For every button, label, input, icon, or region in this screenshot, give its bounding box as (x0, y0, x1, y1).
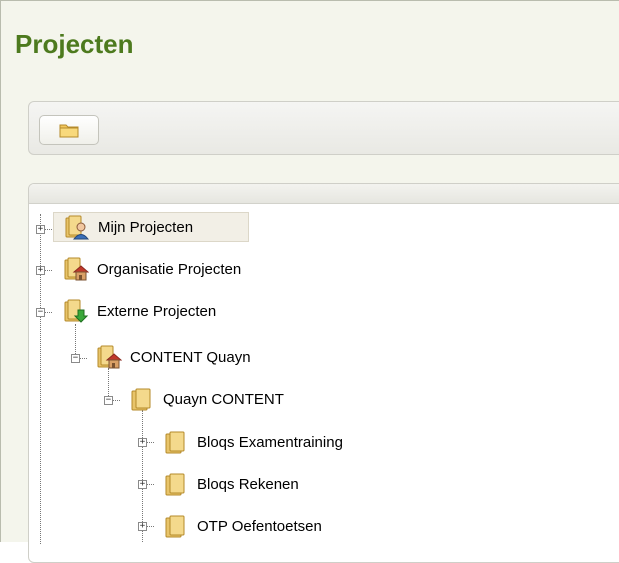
collapse-toggle[interactable]: − (36, 308, 45, 317)
tree-node-label: Quayn CONTENT (163, 390, 284, 408)
collapse-toggle[interactable]: − (104, 396, 113, 405)
tree-node-label: Mijn Projecten (98, 218, 194, 236)
collapse-toggle[interactable]: − (71, 354, 80, 363)
house-folder-icon (64, 257, 89, 281)
folder-icon (165, 515, 185, 538)
tree-node-otp-oefentoetsen[interactable]: OTP Oefentoetsen (163, 511, 322, 541)
expand-toggle[interactable]: + (138, 438, 147, 447)
house-folder-icon (97, 345, 122, 369)
tree-node-mijn-projecten[interactable]: Mijn Projecten (53, 212, 249, 242)
page-title: Projecten (15, 29, 134, 59)
tree-guide-root (40, 214, 41, 544)
tree-node-label: Bloqs Rekenen (197, 475, 299, 493)
panel-header (29, 184, 619, 204)
expand-toggle[interactable]: + (138, 522, 147, 531)
toolbar (28, 101, 619, 155)
tree-node-organisatie-projecten[interactable]: Organisatie Projecten (63, 254, 241, 284)
folder-icon (165, 431, 185, 454)
tree-node-externe-projecten[interactable]: Externe Projecten (63, 296, 216, 326)
tree-node-label: OTP Oefentoetsen (197, 517, 322, 535)
download-folder-icon (64, 299, 89, 323)
tree-node-bloqs-rekenen[interactable]: Bloqs Rekenen (163, 469, 299, 499)
user-folder-icon (65, 215, 90, 240)
tree-node-content-quayn[interactable]: CONTENT Quayn (96, 342, 251, 372)
tree-node-label: Organisatie Projecten (97, 260, 242, 278)
tree-node-quayn-content[interactable]: Quayn CONTENT (129, 384, 284, 414)
open-folder-button[interactable] (39, 115, 99, 145)
tree-node-label: Externe Projecten (97, 302, 217, 320)
tree-node-bloqs-examentraining[interactable]: Bloqs Examentraining (163, 427, 343, 457)
expand-toggle[interactable]: + (138, 480, 147, 489)
expand-toggle[interactable]: + (36, 266, 45, 275)
expand-toggle[interactable]: + (36, 225, 45, 234)
folder-icon (59, 124, 79, 138)
folder-icon (165, 473, 185, 496)
tree-node-label: CONTENT Quayn (130, 348, 251, 366)
folder-icon (131, 388, 151, 411)
tree-node-label: Bloqs Examentraining (197, 433, 343, 451)
